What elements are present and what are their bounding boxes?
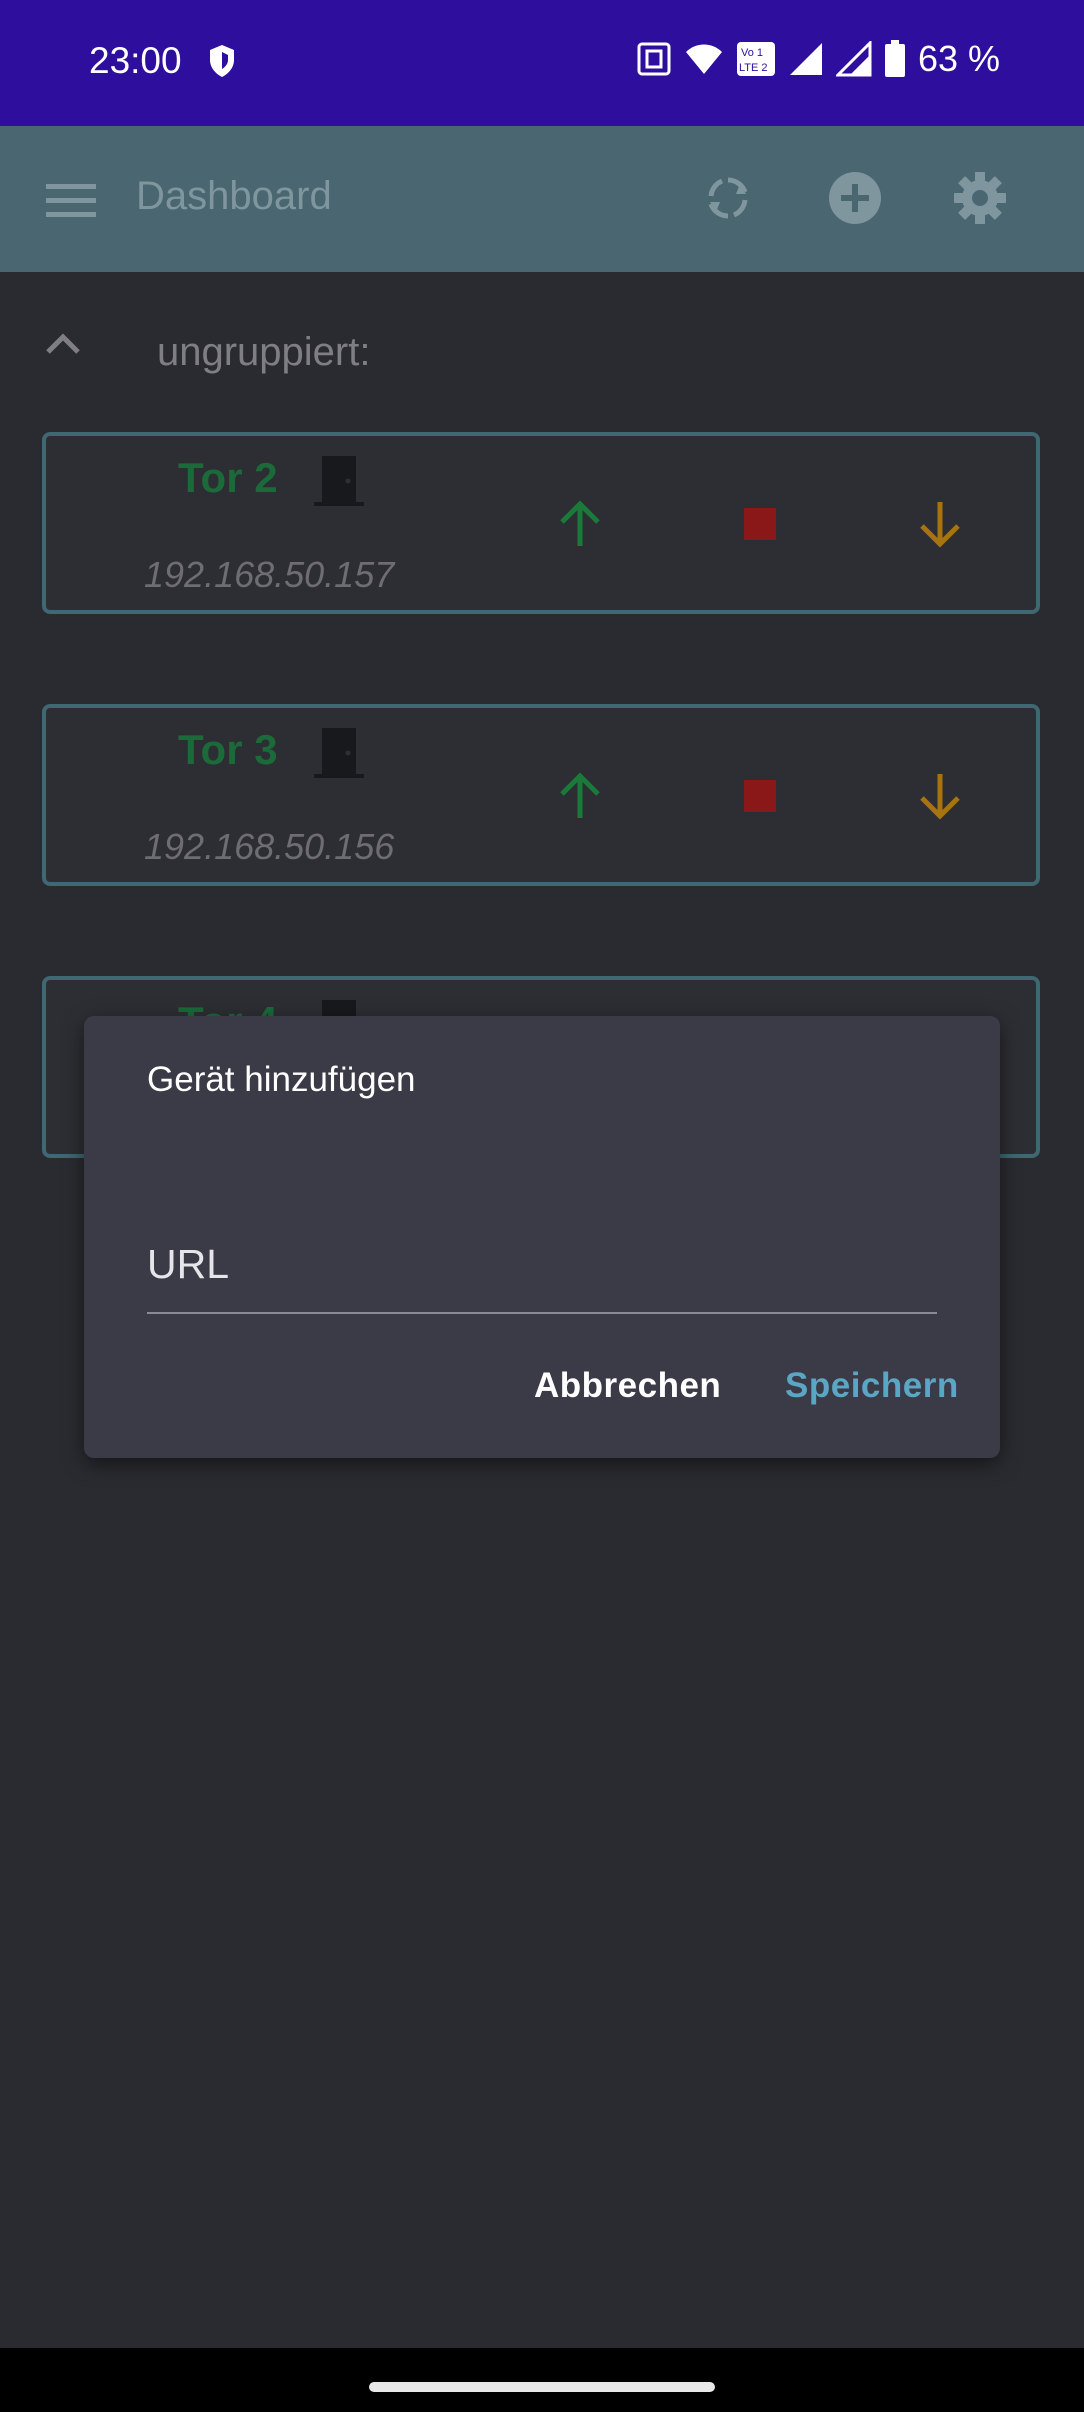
device-name: Tor 3 [178,726,278,773]
status-icons: Vo 1 LTE 2 63 % [636,38,1000,80]
url-input[interactable] [147,1216,937,1312]
add-device-dialog: Gerät hinzufügen Abbrechen Speichern [84,1016,1000,1458]
device-name: Tor 2 [178,454,278,501]
dialog-title: Gerät hinzufügen [147,1060,416,1099]
arrow-down-icon[interactable] [914,498,966,550]
save-button[interactable]: Speichern [785,1366,959,1406]
door-icon [314,728,364,778]
svg-text:LTE 2: LTE 2 [739,62,768,74]
signal-icon [789,43,822,75]
volte-icon: Vo 1 LTE 2 [736,42,775,76]
device-ip: 192.168.50.156 [144,826,395,867]
add-icon[interactable] [827,170,883,226]
status-time: 23:00 [89,40,182,81]
arrow-down-icon[interactable] [914,770,966,822]
svg-text:Vo 1: Vo 1 [741,47,763,59]
home-handle[interactable] [369,2382,715,2392]
arrow-up-icon[interactable] [554,498,606,550]
navigation-bar [0,2348,1084,2412]
cancel-button[interactable]: Abbrechen [534,1366,721,1406]
wifi-icon [685,44,722,74]
signal-icon-2 [835,41,872,77]
refresh-icon[interactable] [700,170,756,226]
status-bar: 23:00 Vo 1 LTE 2 63 % [0,0,1084,126]
group-label: ungruppiert: [157,330,371,374]
url-field[interactable] [147,1216,937,1314]
battery-percent: 63 % [917,38,1000,79]
device-card[interactable]: Tor 2 192.168.50.157 [42,432,1040,614]
device-card[interactable]: Tor 3 192.168.50.156 [42,704,1040,886]
battery-icon [884,40,905,77]
group-header[interactable]: ungruppiert: [0,316,1084,396]
device-ip: 192.168.50.157 [144,554,395,595]
app-bar: Dashboard [0,126,1084,272]
page-title: Dashboard [136,174,332,218]
nfc-icon [637,42,671,76]
arrow-up-icon[interactable] [554,770,606,822]
settings-icon[interactable] [952,170,1008,226]
stop-icon[interactable] [734,498,786,550]
chevron-up-icon[interactable] [44,330,82,356]
menu-icon[interactable] [46,184,96,218]
stop-icon[interactable] [734,770,786,822]
shield-icon [210,45,234,77]
door-icon [314,456,364,506]
